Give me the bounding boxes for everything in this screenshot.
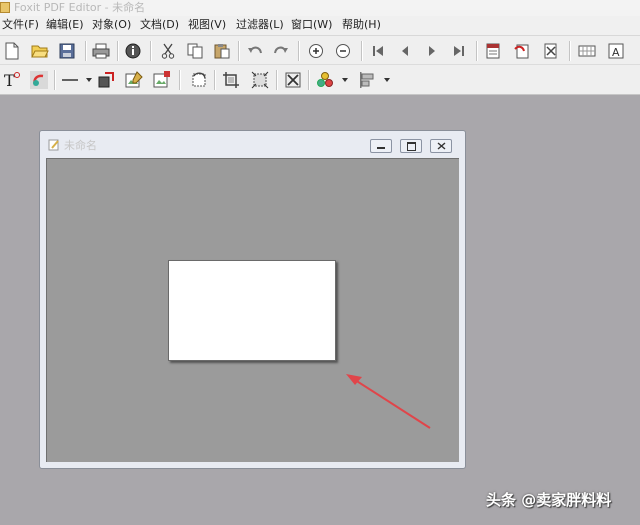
shape-icon[interactable] [96, 70, 116, 90]
toolbar-separator [214, 70, 216, 90]
page-properties-icon[interactable] [483, 41, 503, 61]
zoom-in-icon[interactable] [306, 41, 326, 61]
crop-icon[interactable] [221, 70, 241, 90]
shading-icon[interactable] [29, 70, 49, 90]
next-page-icon[interactable] [422, 41, 442, 61]
menu-edit[interactable]: 编辑(E) [46, 18, 84, 32]
print-icon[interactable] [91, 41, 111, 61]
new-document-icon[interactable] [2, 41, 22, 61]
toolbar-separator [361, 41, 363, 61]
blank-page[interactable] [168, 260, 336, 361]
app-title: Foxit PDF Editor - 未命名 [14, 1, 146, 14]
svg-text:T: T [4, 71, 15, 89]
menu-file[interactable]: 文件(F) [2, 18, 39, 32]
toolbar-separator [476, 41, 478, 61]
restore-button[interactable] [400, 139, 422, 153]
transform-icon[interactable] [250, 70, 270, 90]
line-dropdown-arrow[interactable] [86, 78, 92, 82]
color-icon[interactable] [315, 70, 335, 90]
rotate-icon[interactable] [189, 70, 209, 90]
menu-view[interactable]: 视图(V) [188, 18, 226, 32]
toolbar-separator [150, 41, 152, 61]
undo-icon[interactable] [245, 41, 265, 61]
delete-object-icon[interactable] [283, 70, 303, 90]
paste-icon[interactable] [212, 41, 232, 61]
new-image-icon[interactable] [152, 70, 172, 90]
menu-bar: 文件(F) 编辑(E) 对象(O) 文档(D) 视图(V) 过滤器(L) 窗口(… [0, 16, 640, 36]
watermark: 头条 @卖家胖料料 [486, 491, 612, 509]
first-page-icon[interactable] [368, 41, 388, 61]
save-icon[interactable] [57, 41, 77, 61]
open-folder-icon[interactable] [30, 41, 50, 61]
toolbar-separator [85, 41, 87, 61]
text-object-icon[interactable]: T [2, 70, 22, 90]
align-icon[interactable] [357, 70, 377, 90]
zoom-out-icon[interactable] [333, 41, 353, 61]
copy-icon[interactable] [185, 41, 205, 61]
document-icon [48, 139, 60, 151]
svg-text:A: A [612, 46, 620, 59]
menu-help[interactable]: 帮助(H) [342, 18, 381, 32]
toolbar-separator [308, 70, 310, 90]
close-icon [437, 140, 446, 153]
document-window-title: 未命名 [64, 139, 97, 152]
close-button[interactable] [430, 139, 452, 153]
minimize-icon [377, 147, 385, 149]
color-dropdown-arrow[interactable] [342, 78, 348, 82]
delete-page-icon[interactable] [541, 41, 561, 61]
annotation-arrow [346, 374, 431, 429]
minimize-button[interactable] [370, 139, 392, 153]
object-toolbar: T [0, 65, 640, 95]
text-tool-icon[interactable]: A [606, 41, 626, 61]
menu-object[interactable]: 对象(O) [92, 18, 131, 32]
cut-icon[interactable] [158, 41, 178, 61]
redo-icon[interactable] [271, 41, 291, 61]
line-icon[interactable] [60, 70, 80, 90]
last-page-icon[interactable] [449, 41, 469, 61]
align-dropdown-arrow[interactable] [384, 78, 390, 82]
main-toolbar: A [0, 36, 640, 65]
app-title-bar: Foxit PDF Editor - 未命名 [0, 0, 640, 16]
toolbar-separator [298, 41, 300, 61]
toolbar-separator [276, 70, 278, 90]
app-icon [0, 2, 10, 13]
restore-icon [406, 141, 416, 151]
edit-image-icon[interactable] [124, 70, 144, 90]
toolbar-separator [117, 41, 119, 61]
menu-document[interactable]: 文档(D) [140, 18, 179, 32]
info-icon[interactable] [123, 41, 143, 61]
previous-page-icon[interactable] [395, 41, 415, 61]
grid-icon[interactable] [577, 41, 597, 61]
insert-page-icon[interactable] [512, 41, 532, 61]
toolbar-separator [54, 70, 56, 90]
toolbar-separator [238, 41, 240, 61]
menu-window[interactable]: 窗口(W) [291, 18, 332, 32]
toolbar-separator [179, 70, 181, 90]
toolbar-separator [569, 41, 571, 61]
menu-filter[interactable]: 过滤器(L) [236, 18, 284, 32]
